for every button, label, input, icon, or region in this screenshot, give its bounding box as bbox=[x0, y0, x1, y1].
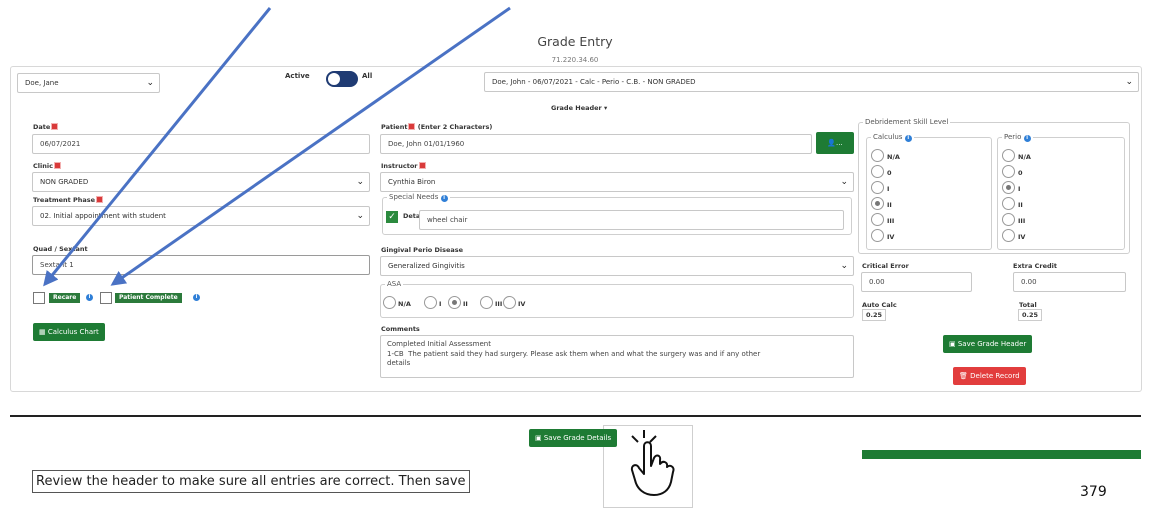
arrow-to-recare bbox=[43, 7, 272, 287]
hand-cursor-icon bbox=[630, 430, 675, 496]
arrow-to-patient-complete bbox=[110, 6, 511, 286]
annotation-overlay bbox=[43, 6, 675, 496]
